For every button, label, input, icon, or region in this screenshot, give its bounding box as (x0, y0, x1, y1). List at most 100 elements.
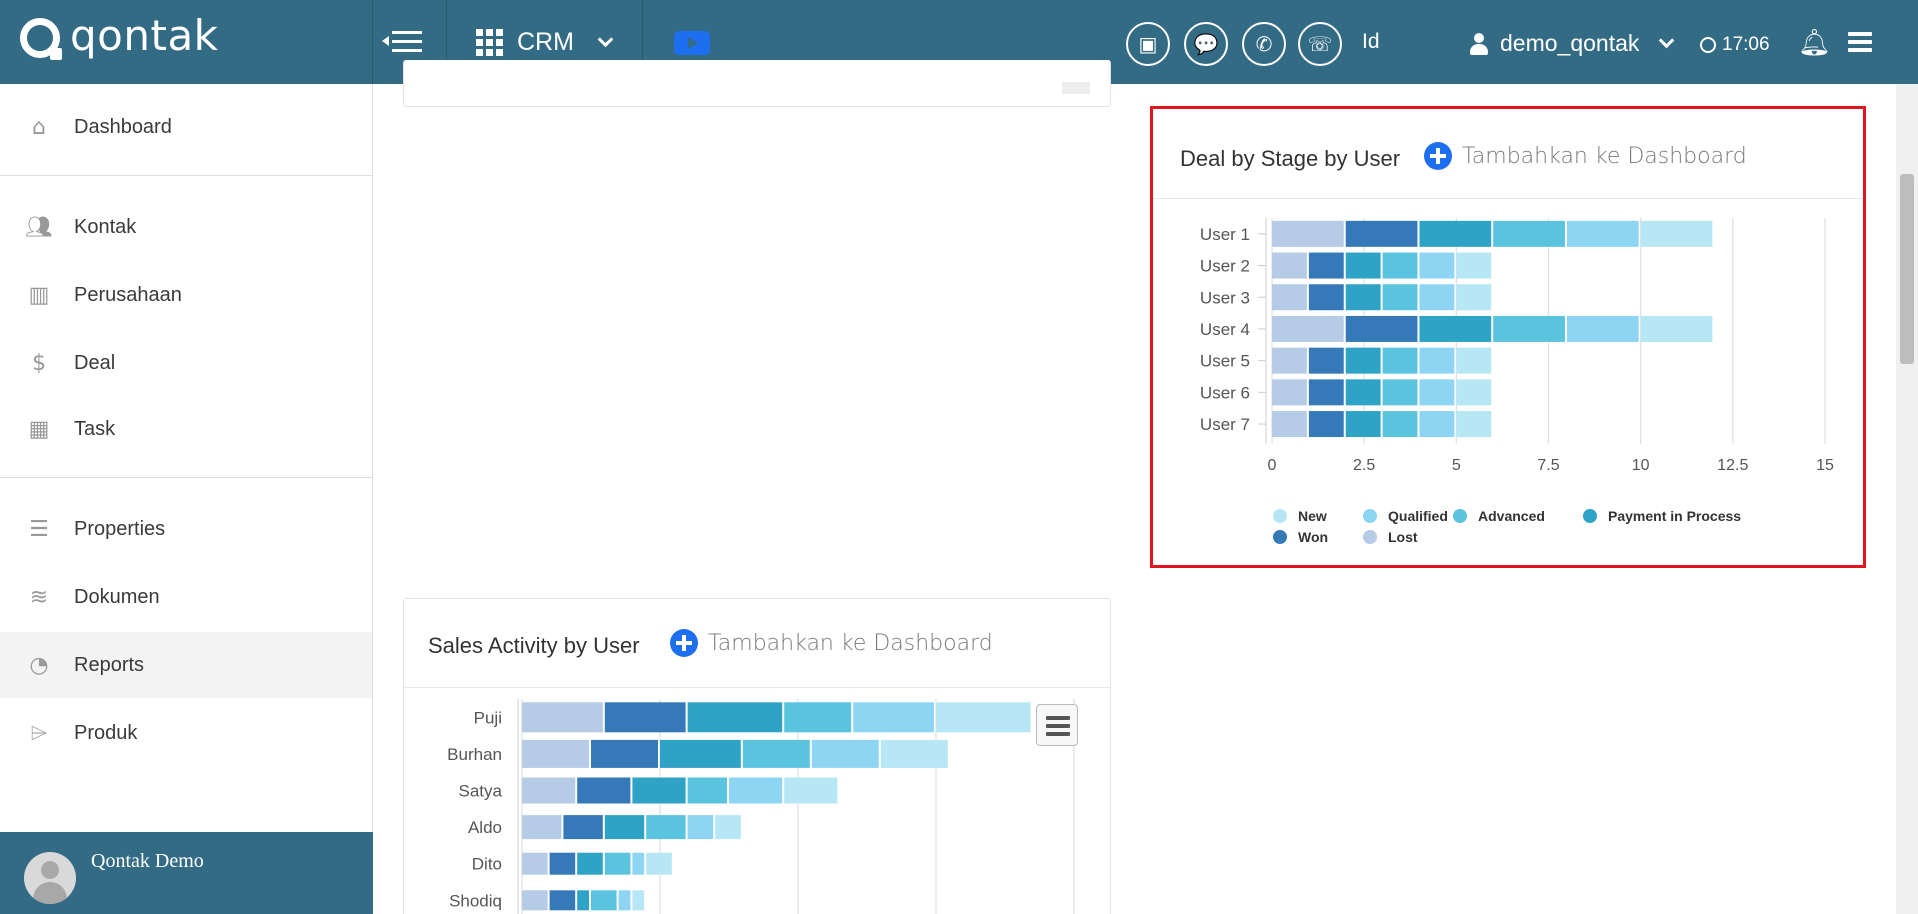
y-tick-label: Satya (459, 782, 503, 801)
calendar-icon: ▦ (28, 416, 50, 442)
y-tick-label: Aldo (468, 818, 502, 837)
report-panel-partial (403, 60, 1111, 107)
app-switcher[interactable]: CRM (476, 28, 614, 57)
bar-segment (549, 852, 576, 875)
bar-segment (715, 815, 741, 840)
divider (372, 0, 373, 84)
money-icon[interactable]: ▣ (1126, 22, 1170, 66)
panel-scroll-stub (1062, 82, 1090, 94)
sidebar-item-kontak[interactable]: 👥︎ Kontak (0, 194, 372, 260)
dollar-icon: $ (32, 350, 46, 376)
add-circle-icon[interactable] (670, 629, 698, 657)
user-profile[interactable]: Qontak Demo (0, 832, 373, 914)
sidebar-item-label: Properties (74, 517, 166, 540)
bar-segment (522, 852, 548, 875)
sidebar-item-label: Kontak (74, 215, 137, 238)
home-icon: ⌂ (32, 114, 46, 140)
bar-segment (577, 777, 631, 804)
sidebar-item-properties[interactable]: ☰ Properties (0, 496, 372, 562)
sidebar-item-task[interactable]: ▦ Task (0, 396, 372, 462)
sidebar-item-label: Dokumen (74, 585, 160, 608)
sidebar-item-label: Dashboard (74, 115, 172, 138)
username: demo_qontak (1500, 30, 1640, 56)
sidebar-item-label: Task (74, 417, 116, 440)
sidebar-item-dashboard[interactable]: ⌂ Dashboard (0, 94, 372, 160)
avatar (24, 852, 76, 904)
building-icon: ▥ (28, 282, 50, 308)
bar-segment (853, 702, 934, 733)
bar-segment (742, 739, 810, 768)
bar-segment (646, 852, 672, 875)
qontak-logo-icon (20, 18, 62, 60)
divider (404, 687, 1110, 688)
bar-segment (604, 815, 645, 840)
sales-activity-panel: Sales Activity by User Tambahkan ke Dash… (403, 598, 1111, 914)
bar-segment (577, 852, 603, 875)
sidebar-item-label: Reports (74, 653, 145, 676)
bar-segment (632, 852, 645, 875)
divider (0, 477, 372, 478)
clock: 17:06 (1700, 34, 1770, 56)
user-icon (1470, 32, 1488, 55)
profile-name: Qontak Demo (91, 850, 204, 872)
brand-name: qontak (70, 10, 219, 60)
bar-segment (522, 702, 603, 733)
bar-segment (577, 890, 589, 911)
language-switcher[interactable]: Id (1362, 30, 1380, 54)
bar-segment (591, 890, 617, 911)
bar-segment (549, 890, 576, 911)
sidebar-toggle-icon[interactable] (382, 28, 422, 56)
bar-segment (646, 815, 686, 840)
sidebar: ⌂ Dashboard 👥︎ Kontak ▥ Perusahaan $ Dea… (0, 84, 373, 914)
sidebar-item-label: Perusahaan (74, 283, 182, 306)
bar-segment (784, 702, 852, 733)
highlight-box (1150, 106, 1866, 568)
sidebar-item-label: Produk (74, 721, 138, 744)
scrollbar-thumb[interactable] (1900, 174, 1914, 364)
bar-segment (811, 739, 879, 768)
bar-segment (687, 702, 783, 733)
chat-icon[interactable]: 💬 (1184, 22, 1228, 66)
bar-segment (729, 777, 783, 804)
phone-icon[interactable]: ✆ (1242, 22, 1286, 66)
sidebar-item-produk[interactable]: ⌲ Produk (0, 700, 372, 766)
layers-icon: ≋ (29, 584, 49, 610)
chevron-down-icon (1659, 32, 1675, 49)
bar-segment (563, 815, 603, 840)
sidebar-item-perusahaan[interactable]: ▥ Perusahaan (0, 262, 372, 328)
tag-icon: ⌲ (30, 720, 48, 746)
clock-time: 17:06 (1722, 34, 1770, 55)
list-icon: ☰ (29, 516, 49, 542)
bar-segment (618, 890, 631, 911)
bar-segment (687, 815, 714, 840)
contacts-icon: 👥︎ (25, 214, 53, 240)
bar-segment (936, 702, 1031, 733)
add-to-dashboard-link[interactable]: Tambahkan ke Dashboard (708, 631, 993, 656)
y-tick-label: Dito (472, 855, 502, 874)
call-log-icon[interactable]: ☏ (1298, 22, 1342, 66)
bar-segment (632, 890, 645, 911)
bar-segment (522, 890, 548, 911)
sidebar-item-deal[interactable]: $ Deal (0, 330, 372, 396)
brand-logo[interactable]: qontak (20, 10, 219, 62)
sidebar-item-reports[interactable]: ◔ Reports (0, 632, 372, 698)
user-menu[interactable]: demo_qontak (1470, 30, 1675, 57)
clock-icon (1700, 37, 1716, 53)
bar-segment (632, 777, 686, 804)
bar-segment (522, 739, 589, 768)
bar-segment (522, 777, 576, 804)
chart-menu-button[interactable] (1036, 704, 1078, 746)
apps-grid-icon (476, 29, 503, 56)
hamburger-icon[interactable] (1848, 32, 1872, 56)
sidebar-item-dokumen[interactable]: ≋ Dokumen (0, 564, 372, 630)
panel-title: Sales Activity by User (428, 633, 640, 658)
bar-segment (687, 777, 727, 804)
divider (0, 175, 372, 176)
video-tutorial-icon[interactable] (674, 31, 710, 55)
bar-segment (880, 739, 948, 768)
bell-icon[interactable]: 🔔︎ (1798, 28, 1831, 58)
app-switcher-label: CRM (517, 28, 574, 56)
page-scrollbar[interactable] (1896, 84, 1918, 914)
bar-segment (591, 739, 658, 768)
bar-segment (660, 739, 741, 768)
